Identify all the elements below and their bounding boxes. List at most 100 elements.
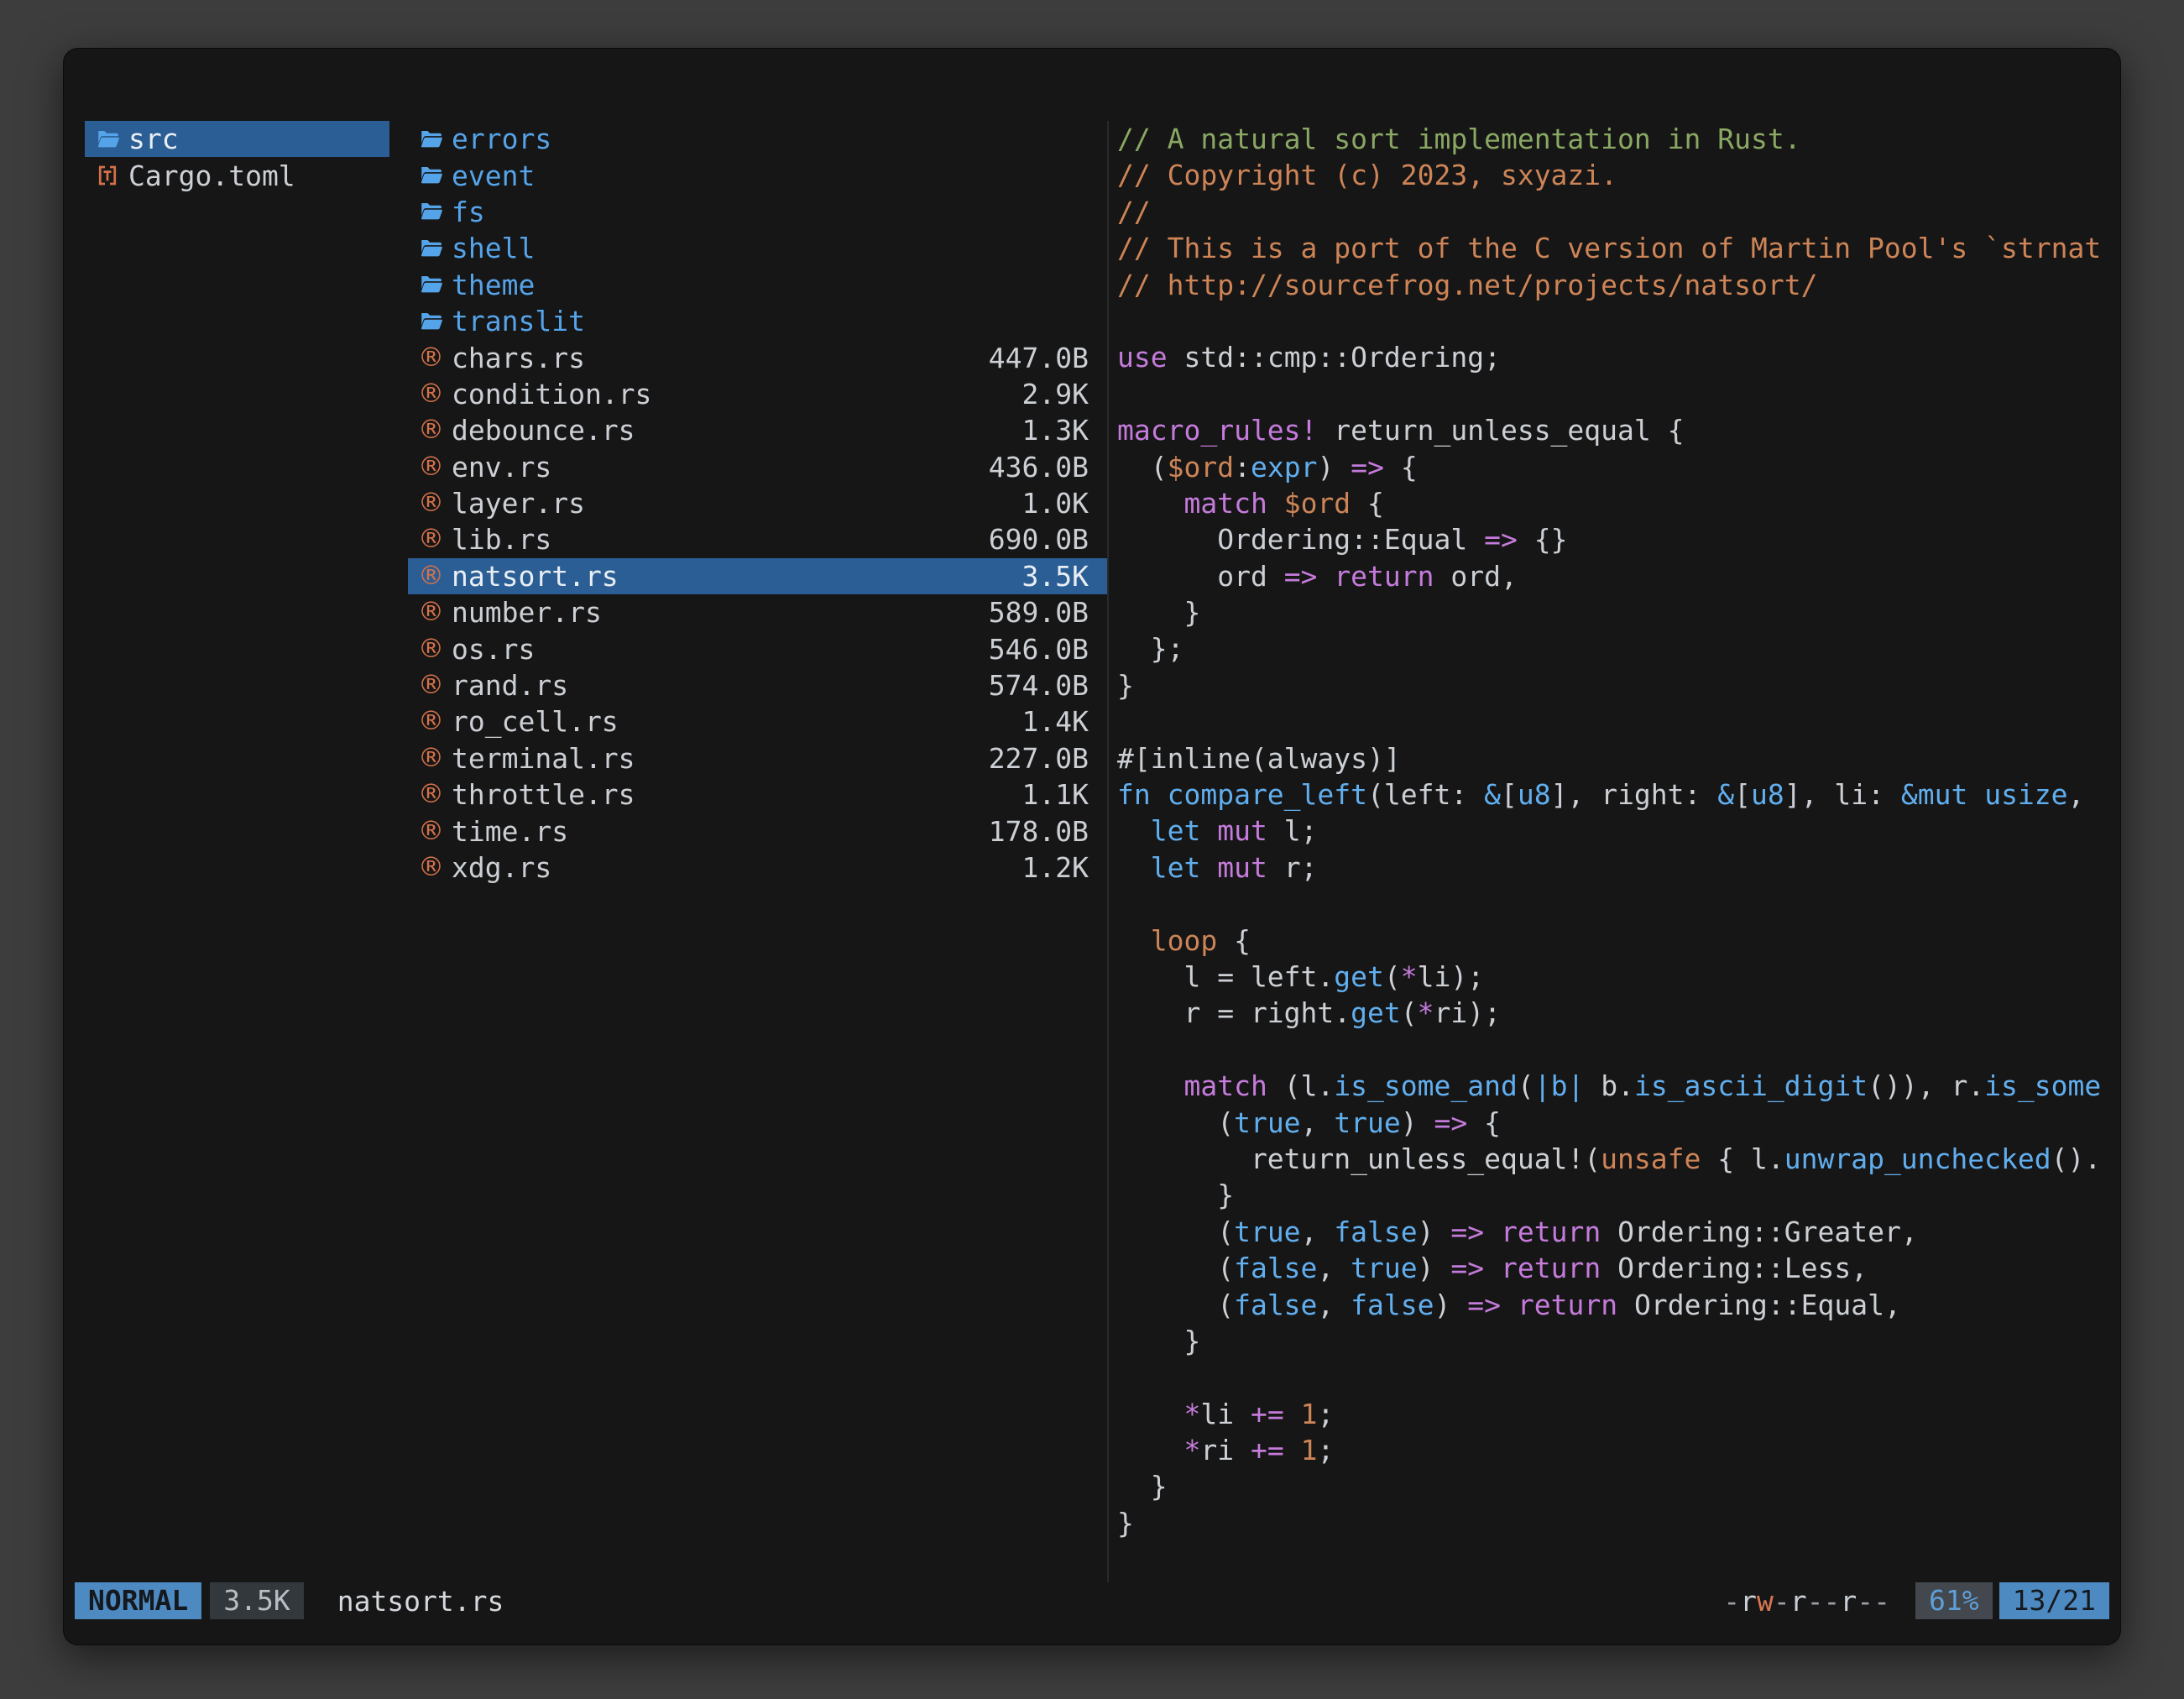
file-row-layer.rs[interactable]: ®layer.rs1.0K [408,485,1107,521]
code-line [1117,703,2120,740]
code-line: } [1117,1468,2120,1504]
code-line: Ordering::Equal => {} [1117,521,2120,557]
entry-name: rand.rs [452,669,982,702]
file-row-time.rs[interactable]: ®time.rs178.0B [408,813,1107,849]
entry-size: 1.2K [1022,851,1089,884]
entry-size: 546.0B [989,633,1089,666]
code-line: (false, false) => return Ordering::Equal… [1117,1287,2120,1323]
rust-file-icon: ® [418,454,452,480]
code-line: } [1117,1505,2120,1541]
code-line: macro_rules! return_unless_equal { [1117,412,2120,448]
dir-row-event[interactable]: event [408,157,1107,193]
code-line: match $ord { [1117,485,2120,521]
entry-size: 447.0B [989,342,1089,374]
code-line: match (l.is_some_and(|b| b.is_ascii_digi… [1117,1068,2120,1104]
preview-code: // A natural sort implementation in Rust… [1117,121,2120,1541]
rust-file-icon: ® [418,526,452,552]
entry-name: time.rs [452,815,982,848]
preview-panel[interactable]: // A natural sort implementation in Rust… [1109,121,2120,1582]
file-row-condition.rs[interactable]: ®condition.rs2.9K [408,376,1107,412]
panels-area: src Cargo.toml errorseventfsshellthemetra… [64,49,2120,1582]
file-row-env.rs[interactable]: ®env.rs436.0B [408,449,1107,485]
file-row-rand.rs[interactable]: ®rand.rs574.0B [408,667,1107,703]
rust-file-icon: ® [418,345,452,371]
file-row-lib.rs[interactable]: ®lib.rs690.0B [408,521,1107,557]
entry-name: src [128,123,371,155]
code-line: return_unless_equal!(unsafe { l.unwrap_u… [1117,1141,2120,1177]
entry-name: fs [452,196,1082,228]
code-line: } [1117,594,2120,630]
code-line: // Copyright (c) 2023, sxyazi. [1117,157,2120,193]
code-line: } [1117,667,2120,703]
code-line: } [1117,1323,2120,1359]
rust-file-icon: ® [418,563,452,589]
rust-file-icon: ® [418,672,452,698]
folder-open-icon [95,126,128,153]
code-line [1117,303,2120,339]
file-row-throttle.rs[interactable]: ®throttle.rs1.1K [408,776,1107,813]
code-line: *li += 1; [1117,1396,2120,1432]
code-line: *ri += 1; [1117,1432,2120,1468]
rust-file-icon: ® [418,417,452,443]
entry-name: env.rs [452,451,982,484]
code-line: l = left.get(*li); [1117,959,2120,995]
code-line: } [1117,1177,2120,1213]
permissions: -rw-r--r-- [1723,1585,1890,1618]
file-row-chars.rs[interactable]: ®chars.rs447.0B [408,339,1107,375]
code-line: let mut r; [1117,850,2120,886]
code-line: // [1117,194,2120,230]
file-row-terminal.rs[interactable]: ®terminal.rs227.0B [408,740,1107,776]
dir-row-fs[interactable]: fs [408,194,1107,230]
rust-file-icon: ® [418,490,452,516]
entry-name: condition.rs [452,378,1016,410]
status-filename: natsort.rs [337,1585,504,1618]
entry-name: ro_cell.rs [452,705,1016,738]
code-line: use std::cmp::Ordering; [1117,339,2120,375]
entry-name: natsort.rs [452,560,1016,593]
parent-directory-panel[interactable]: src Cargo.toml [85,121,389,1582]
rust-file-icon: ® [418,818,452,844]
file-row-debounce.rs[interactable]: ®debounce.rs1.3K [408,412,1107,448]
entry-name: chars.rs [452,342,982,374]
rust-file-icon: ® [418,782,452,808]
code-line: r = right.get(*ri); [1117,995,2120,1031]
code-line [1117,1032,2120,1068]
dir-row-shell[interactable]: shell [408,230,1107,266]
rust-file-icon: ® [418,636,452,662]
dir-row-src[interactable]: src [85,121,389,157]
current-directory-panel[interactable]: errorseventfsshellthemetranslit®chars.rs… [408,121,1107,1582]
entry-name: errors [452,123,1082,155]
file-row-natsort.rs[interactable]: ®natsort.rs3.5K [408,558,1107,594]
entry-name: number.rs [452,596,982,629]
file-manager-window: src Cargo.toml errorseventfsshellthemetra… [63,48,2121,1645]
file-row-os.rs[interactable]: ®os.rs546.0B [408,630,1107,667]
entry-name: debounce.rs [452,414,1016,447]
dir-row-theme[interactable]: theme [408,267,1107,303]
rust-file-icon: ® [418,599,452,625]
dir-row-translit[interactable]: translit [408,303,1107,339]
status-bar: NORMAL 3.5K natsort.rs -rw-r--r-- 61% 13… [75,1582,2109,1619]
entry-name: translit [452,305,1082,337]
code-line: ($ord:expr) => { [1117,449,2120,485]
file-row-number.rs[interactable]: ®number.rs589.0B [408,594,1107,630]
rust-file-icon: ® [418,745,452,771]
entry-size: 1.1K [1022,778,1089,811]
entry-size: 589.0B [989,596,1089,629]
code-line: (false, true) => return Ordering::Less, [1117,1250,2120,1286]
entry-size: 3.5K [1022,560,1089,593]
cursor-position-badge: 13/21 [1999,1582,2109,1619]
entry-size: 436.0B [989,451,1089,484]
status-bar-right: -rw-r--r-- 61% 13/21 [1723,1582,2109,1619]
code-line: (true, false) => return Ordering::Greate… [1117,1214,2120,1250]
rust-file-icon: ® [418,855,452,881]
code-line: // http://sourcefrog.net/projects/natsor… [1117,267,2120,303]
mode-badge: NORMAL [75,1582,201,1619]
dir-row-errors[interactable]: errors [408,121,1107,157]
file-row-xdg.rs[interactable]: ®xdg.rs1.2K [408,850,1107,886]
entry-name: os.rs [452,633,982,666]
folder-open-icon [418,198,452,225]
entry-size: 574.0B [989,669,1089,702]
file-row-ro_cell.rs[interactable]: ®ro_cell.rs1.4K [408,703,1107,740]
entry-name: Cargo.toml [128,159,371,192]
file-row-Cargo.toml[interactable]: Cargo.toml [85,157,389,193]
